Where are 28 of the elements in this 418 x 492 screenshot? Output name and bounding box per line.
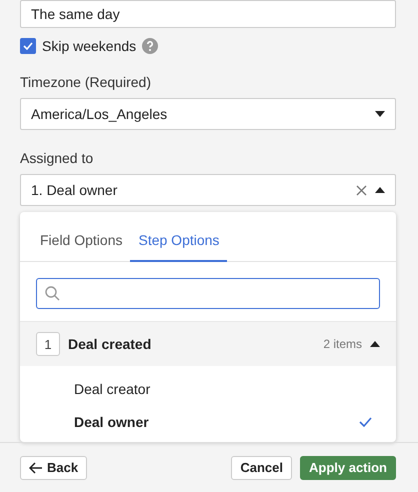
step-number: 1 <box>36 332 60 356</box>
clear-icon[interactable] <box>356 184 367 196</box>
check-icon <box>359 416 372 426</box>
timezone-select[interactable]: America/Los_Angeles <box>20 98 396 130</box>
help-icon[interactable] <box>142 38 158 54</box>
check-icon <box>23 42 33 50</box>
checkbox[interactable] <box>20 38 36 54</box>
apply-button[interactable]: Apply action <box>300 456 396 480</box>
caret-icon <box>370 341 380 347</box>
search-icon <box>45 286 60 301</box>
option-item[interactable]: Deal creator <box>20 372 396 405</box>
item-count: 2 items <box>323 337 362 351</box>
tab[interactable]: Field Options <box>32 212 130 262</box>
option-item[interactable]: Deal owner <box>20 405 396 438</box>
dropdown-field[interactable]: The same day <box>20 0 396 28</box>
checkbox-label: Skip weekends <box>42 38 136 54</box>
caret-icon <box>375 111 385 117</box>
field-label: Timezone (Required) <box>20 74 152 90</box>
group-title: Deal created <box>68 336 152 352</box>
back-button[interactable]: Back <box>20 456 88 480</box>
group-header[interactable]: 1 Deal created 2 items <box>20 321 396 366</box>
assignee-select[interactable]: 1. Deal owner <box>20 174 396 206</box>
tab[interactable]: Step Options <box>130 212 228 262</box>
search-field[interactable] <box>36 278 380 309</box>
cancel-button[interactable]: Cancel <box>231 456 292 480</box>
arrow-left-icon <box>29 462 43 474</box>
caret-icon <box>375 187 385 193</box>
field-label: Assigned to <box>20 150 94 166</box>
